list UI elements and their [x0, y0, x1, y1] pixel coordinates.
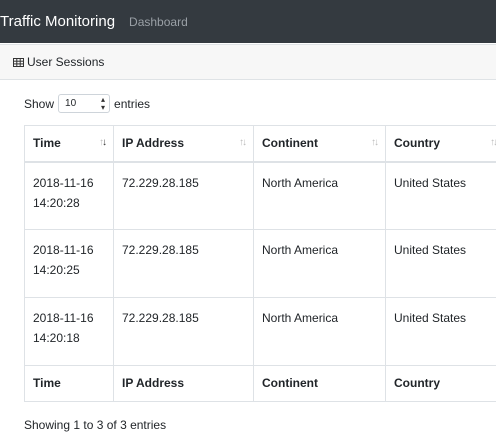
top-navbar: Traffic Monitoring Dashboard [0, 0, 496, 43]
length-prefix-label: Show [24, 96, 55, 111]
table-row: 2018-11-16 14:20:25 72.229.28.185 North … [24, 229, 496, 298]
table-header-row: Time ↑↓ IP Address ↑↓ Continent ↑↓ Count… [24, 125, 496, 163]
table-footer-row: Time IP Address Continent Country [24, 365, 496, 402]
card-title: User Sessions [27, 55, 105, 69]
cell-country: United States [385, 229, 496, 298]
nav-link-dashboard[interactable]: Dashboard [129, 15, 188, 29]
cell-continent: North America [253, 229, 386, 298]
sort-both-icon: ↑↓ [490, 137, 496, 148]
column-label: Country [394, 136, 440, 150]
table-icon [13, 57, 24, 67]
column-label: Continent [262, 136, 318, 150]
brand-link[interactable]: Traffic Monitoring [0, 13, 115, 30]
sort-both-icon: ↑↓ [239, 137, 247, 148]
cell-time: 2018-11-16 14:20:25 [24, 229, 114, 298]
table-row: 2018-11-16 14:20:28 72.229.28.185 North … [24, 161, 496, 230]
sessions-table: Time ↑↓ IP Address ↑↓ Continent ↑↓ Count… [24, 125, 496, 402]
entries-per-page-value: 10 [65, 98, 77, 109]
column-label: Time [33, 136, 61, 150]
length-suffix-label: entries [114, 96, 151, 111]
cell-ip-address: 72.229.28.185 [113, 161, 254, 230]
card-header: User Sessions [0, 44, 496, 80]
footer-column-country: Country [385, 365, 496, 402]
cell-time: 2018-11-16 14:20:18 [24, 297, 114, 366]
sort-descending-icon: ↑↓ [99, 137, 107, 148]
cell-country: United States [385, 161, 496, 230]
column-label: IP Address [122, 136, 185, 150]
table-row: 2018-11-16 14:20:18 72.229.28.185 North … [24, 297, 496, 366]
cell-country: United States [385, 297, 496, 366]
entries-length-control: Show 10 ▴ ▾ entries [24, 94, 150, 113]
cell-continent: North America [253, 161, 386, 230]
cell-time: 2018-11-16 14:20:28 [24, 161, 114, 230]
footer-column-time: Time [24, 365, 114, 402]
cell-ip-address: 72.229.28.185 [113, 229, 254, 298]
footer-column-ip-address: IP Address [113, 365, 254, 402]
select-caret-icon: ▴ ▾ [101, 94, 106, 112]
column-header-ip-address[interactable]: IP Address ↑↓ [113, 125, 254, 163]
footer-column-continent: Continent [253, 365, 386, 402]
cell-ip-address: 72.229.28.185 [113, 297, 254, 366]
column-header-time[interactable]: Time ↑↓ [24, 125, 114, 163]
column-header-continent[interactable]: Continent ↑↓ [253, 125, 386, 163]
sort-both-icon: ↑↓ [371, 137, 379, 148]
entries-per-page-select[interactable]: 10 ▴ ▾ [58, 94, 111, 113]
table-info: Showing 1 to 3 of 3 entries [24, 418, 167, 432]
cell-continent: North America [253, 297, 386, 366]
column-header-country[interactable]: Country ↑↓ [385, 125, 496, 163]
